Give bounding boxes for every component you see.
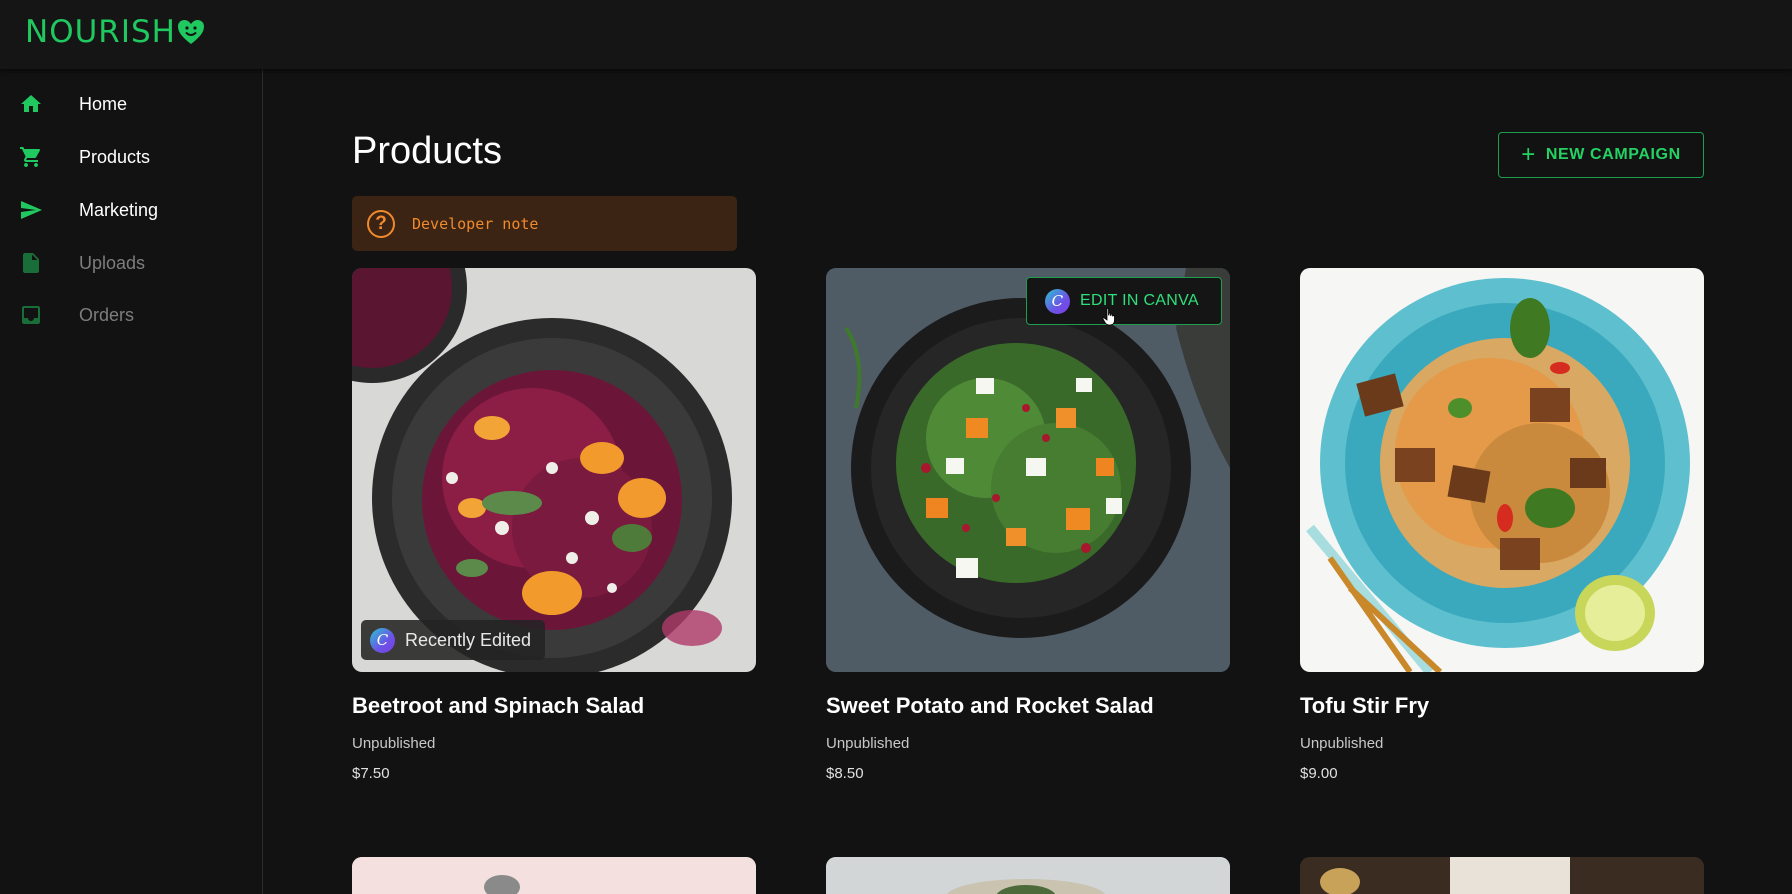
product-image[interactable] [1300,268,1704,672]
sidebar-item-label: Uploads [79,252,146,273]
product-price: $7.50 [352,765,390,782]
cart-icon [20,147,41,167]
product-status: Unpublished [1300,735,1384,752]
canva-icon: C [1045,288,1070,314]
product-name[interactable]: Beetroot and Spinach Salad [352,693,644,719]
sidebar-item-uploads[interactable]: Uploads [0,237,262,289]
product-price: $9.00 [1300,765,1338,782]
page-title: Products [352,130,502,172]
badge-label: Recently Edited [405,629,532,650]
product-image[interactable]: C EDIT IN CANVA [826,268,1230,672]
home-icon [21,95,41,112]
sidebar-item-label: Marketing [79,199,159,220]
product-card[interactable]: C Recently Edited Beetroot and Spinach S… [352,268,756,782]
beetroot-salad-image [352,268,756,672]
product-image[interactable]: C Recently Edited [352,268,756,672]
product-image-partial[interactable] [826,857,1230,894]
sidebar-item-label: Orders [79,304,135,325]
sweet-potato-salad-image [826,268,1230,672]
canva-icon: C [370,627,395,653]
product-status: Unpublished [826,735,910,752]
product-status: Unpublished [352,735,436,752]
sidebar-item-orders[interactable]: Orders [0,289,262,341]
logo[interactable]: NOURISH [25,14,206,50]
edit-in-canva-button[interactable]: C EDIT IN CANVA [1026,277,1222,325]
new-campaign-label: NEW CAMPAIGN [1545,146,1681,163]
developer-note-text: Developer note [412,214,539,233]
partial-image [1300,857,1704,894]
recently-edited-badge: C Recently Edited [361,620,546,660]
sidebar-item-label: Home [79,93,128,114]
send-icon [21,201,42,219]
heart-logo-icon [177,20,204,44]
help-circle-icon: ? [367,209,395,238]
new-campaign-button[interactable]: + NEW CAMPAIGN [1498,132,1704,178]
partial-image [826,857,1230,894]
plus-icon: + [1521,141,1536,168]
sidebar-item-products[interactable]: Products [0,131,262,183]
product-name[interactable]: Tofu Stir Fry [1300,693,1429,719]
edit-in-canva-label: EDIT IN CANVA [1080,292,1199,309]
product-card[interactable]: Tofu Stir Fry Unpublished $9.00 [1300,268,1704,782]
top-bar: NOURISH [0,0,1792,69]
developer-note[interactable]: ? Developer note [352,196,737,251]
product-price: $8.50 [826,765,864,782]
product-image-partial[interactable] [1300,857,1704,894]
sidebar: Home Products Marketing Uploads Orders [0,69,263,894]
sidebar-item-marketing[interactable]: Marketing [0,184,262,236]
logo-text: NOURISH [25,14,176,50]
partial-image [352,857,756,894]
hand-cursor-icon [1102,308,1115,326]
tofu-stir-fry-image [1300,268,1704,672]
product-image-partial[interactable] [352,857,756,894]
sidebar-item-home[interactable]: Home [0,78,262,130]
inbox-icon [22,306,40,324]
sidebar-item-label: Products [79,146,151,167]
product-name[interactable]: Sweet Potato and Rocket Salad [826,693,1154,719]
product-card[interactable]: C EDIT IN CANVA Sweet Potato and Rocket … [826,268,1230,782]
file-upload-icon [23,253,39,273]
